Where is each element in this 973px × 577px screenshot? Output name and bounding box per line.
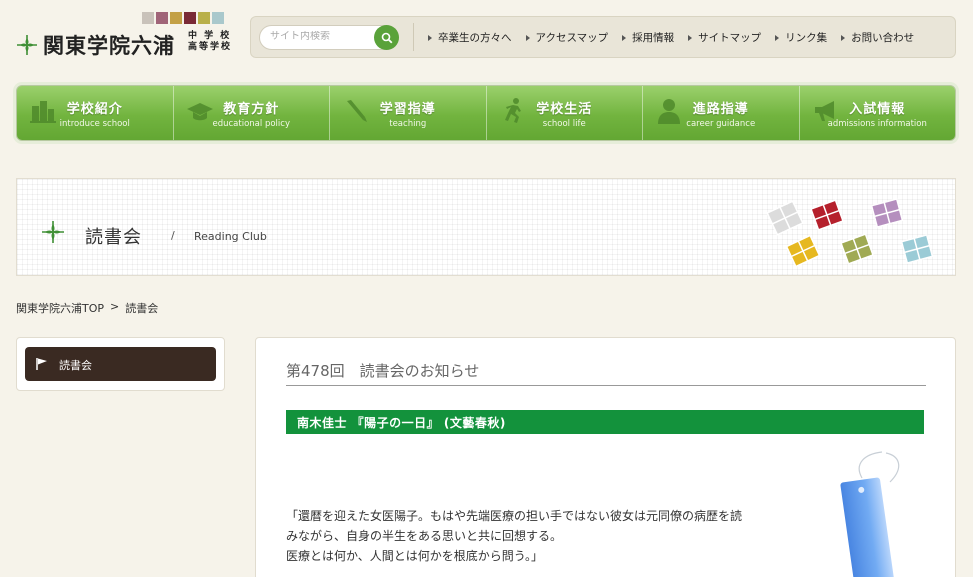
nav-item-policy[interactable]: 教育方針 educational policy	[174, 86, 330, 140]
arrow-right-icon	[525, 34, 530, 41]
logo-color-squares	[142, 12, 224, 24]
nav-sublabel: admissions information	[827, 119, 927, 129]
school-type-senior: 高等学校	[188, 42, 233, 52]
link-access-map[interactable]: アクセスマップ	[525, 30, 609, 45]
main-content: 第478回 読書会のお知らせ 南木佳士 『陽子の一日』 (文藝春秋) 「還暦を迎…	[255, 337, 956, 577]
school-type-junior: 中 学 校	[188, 31, 232, 41]
nav-label: 学校生活	[536, 102, 593, 117]
page-title-en: Reading Club	[194, 230, 267, 243]
description-line: みながら、自身の半生をある思いと共に回想する。	[286, 529, 563, 543]
logo-square	[156, 12, 168, 24]
books-illustration-icon	[766, 198, 934, 268]
nav-sublabel: career guidance	[686, 119, 756, 129]
link-label: サイトマップ	[698, 32, 762, 44]
flag-icon	[36, 358, 47, 370]
page-title-banner: 読書会 / Reading Club	[16, 178, 956, 276]
breadcrumb-home-link[interactable]: 関東学院六浦TOP	[16, 300, 104, 316]
link-sitemap[interactable]: サイトマップ	[688, 30, 761, 45]
link-alumni[interactable]: 卒業生の方々へ	[428, 30, 512, 45]
divider	[413, 23, 414, 51]
school-logo[interactable]: 関東学院六浦 中 学 校 高等学校	[16, 12, 236, 62]
nav-label: 学校紹介	[66, 102, 123, 117]
description-line: 医療とは何か、人間とは何かを根底から問う。」	[286, 549, 544, 563]
nav-item-about[interactable]: 学校紹介 introduce school	[17, 86, 174, 140]
book-heading: 南木佳士 『陽子の一日』 (文藝春秋)	[286, 410, 924, 434]
search-input[interactable]	[270, 31, 370, 42]
breadcrumb-current: 読書会	[125, 302, 159, 315]
main-nav: 学校紹介 introduce school 教育方針 educational p…	[16, 85, 956, 141]
nav-sublabel: introduce school	[59, 119, 130, 129]
breadcrumb: 関東学院六浦TOP > 読書会	[16, 300, 158, 316]
nav-sublabel: teaching	[389, 119, 427, 129]
description-text: 「還暦を迎えた女医陽子。もはや先端医療の担い手ではない彼女は元同僚の病歴を読 み…	[286, 506, 786, 566]
logo-square	[142, 12, 154, 24]
arrow-right-icon	[688, 34, 693, 41]
search-icon	[381, 32, 392, 43]
description-line: 「還暦を迎えた女医陽子。もはや先端医療の担い手ではない彼女は元同僚の病歴を読	[286, 509, 743, 523]
logo-square	[184, 12, 196, 24]
logo-square	[170, 12, 182, 24]
title-separator: /	[171, 229, 175, 242]
arrow-right-icon	[775, 34, 780, 41]
school-name: 関東学院六浦	[43, 33, 175, 58]
sidebar: 読書会	[16, 337, 225, 391]
school-type: 中 学 校 高等学校	[188, 31, 232, 53]
nav-item-career[interactable]: 進路指導 career guidance	[643, 86, 800, 140]
page-title: 読書会	[85, 227, 142, 248]
nav-sublabel: school life	[542, 119, 586, 129]
link-contact[interactable]: お問い合わせ	[841, 30, 914, 45]
nav-item-teaching[interactable]: 学習指導 teaching	[330, 86, 487, 140]
link-label: アクセスマップ	[535, 32, 609, 44]
search-button[interactable]	[374, 25, 399, 50]
sidebar-item-label: 読書会	[59, 359, 92, 372]
link-recruit[interactable]: 採用情報	[622, 30, 674, 45]
nav-item-school-life[interactable]: 学校生活 school life	[487, 86, 643, 140]
link-links[interactable]: リンク集	[775, 30, 827, 45]
arrow-right-icon	[841, 34, 846, 41]
bookmark-illustration-icon	[840, 451, 900, 577]
arrow-right-icon	[428, 34, 432, 41]
nav-label: 教育方針	[223, 102, 280, 117]
link-label: リンク集	[785, 32, 828, 44]
nav-label: 入試情報	[849, 102, 906, 117]
link-label: 卒業生の方々へ	[438, 32, 512, 44]
nav-label: 学習指導	[379, 102, 436, 117]
logo-square	[198, 12, 210, 24]
post-title: 第478回 読書会のお知らせ	[286, 360, 926, 386]
nav-sublabel: educational policy	[212, 119, 290, 129]
cross-icon	[42, 221, 64, 243]
logo-square	[212, 12, 224, 24]
cross-logo-icon	[17, 35, 37, 55]
arrow-right-icon	[622, 34, 627, 41]
link-label: 採用情報	[632, 32, 675, 44]
breadcrumb-separator: >	[110, 300, 120, 313]
link-label: お問い合わせ	[851, 32, 915, 44]
nav-label: 進路指導	[692, 102, 749, 117]
search-box	[259, 25, 399, 50]
utility-bar: 卒業生の方々へ アクセスマップ 採用情報 サイトマップ リンク集 お問い合わせ	[250, 16, 956, 58]
nav-item-admissions[interactable]: 入試情報 admissions information	[800, 86, 956, 140]
sidebar-item-reading-club[interactable]: 読書会	[25, 347, 216, 381]
utility-links: 卒業生の方々へ アクセスマップ 採用情報 サイトマップ リンク集 お問い合わせ	[428, 30, 914, 45]
